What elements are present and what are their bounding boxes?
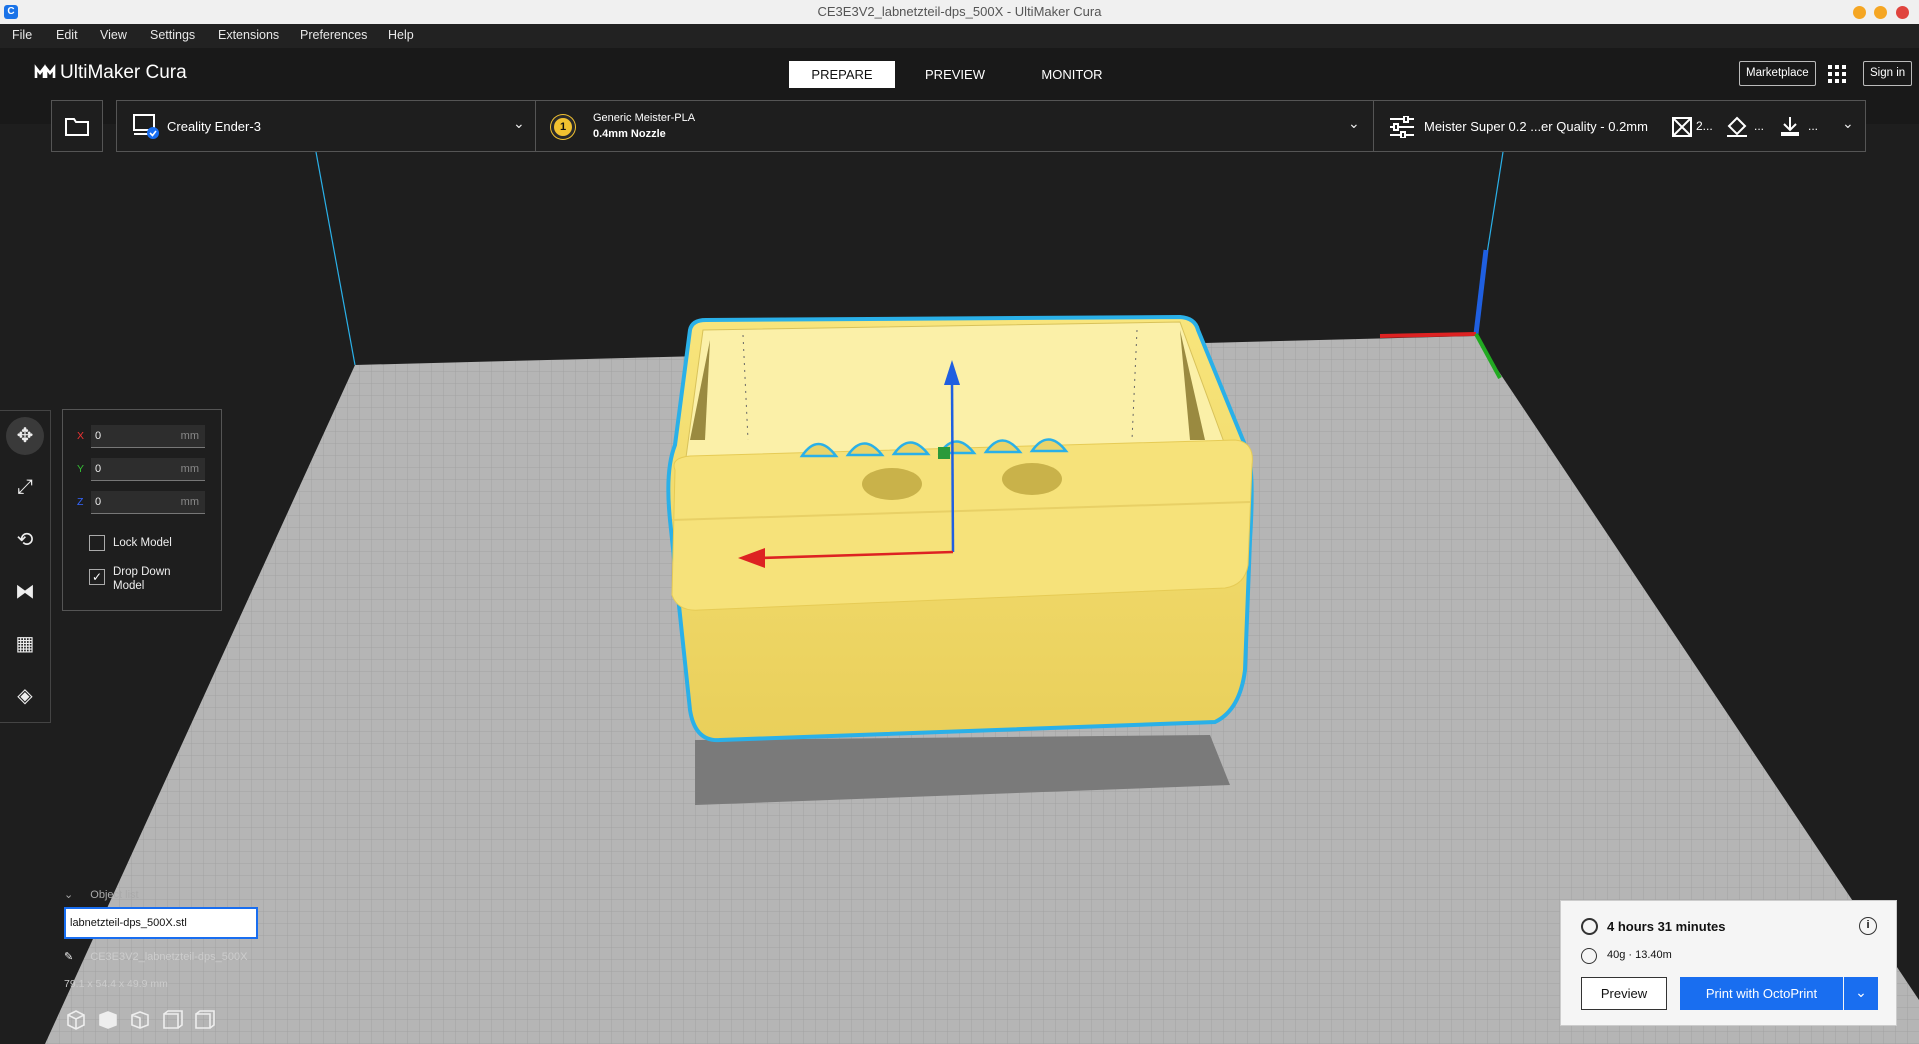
adhesion-value: ... bbox=[1754, 119, 1765, 133]
z-value: 0 bbox=[95, 496, 102, 508]
info-icon[interactable]: i bbox=[1859, 917, 1877, 935]
print-with-octoprint-button[interactable]: Print with OctoPrint bbox=[1680, 977, 1843, 1010]
mirror-tool-icon[interactable]: ⧓ bbox=[6, 573, 44, 611]
menu-file[interactable]: File bbox=[12, 28, 32, 42]
support-icon bbox=[1672, 117, 1692, 137]
open-file-button[interactable] bbox=[51, 100, 103, 152]
maximize-button[interactable] bbox=[1874, 6, 1887, 19]
material-spool-icon bbox=[1581, 948, 1597, 964]
object-list-toggle[interactable]: ⌄ Object list bbox=[64, 888, 139, 901]
support-blocker-icon[interactable]: ◈ bbox=[6, 677, 44, 715]
adhesion-icon bbox=[1727, 116, 1747, 137]
sliders-icon bbox=[1390, 116, 1414, 138]
menu-preferences[interactable]: Preferences bbox=[300, 28, 367, 42]
lock-model-checkbox[interactable] bbox=[89, 535, 105, 551]
x-value: 0 bbox=[95, 430, 102, 442]
printer-name: Creality Ender-3 bbox=[167, 119, 261, 134]
x-axis-label: X bbox=[77, 430, 85, 442]
chevron-down-icon: ⌄ bbox=[64, 889, 74, 901]
minimize-button[interactable] bbox=[1853, 6, 1866, 19]
z-unit: mm bbox=[180, 496, 199, 508]
stage-monitor[interactable]: MONITOR bbox=[1022, 61, 1122, 88]
object-list-item[interactable]: labnetzteil-dps_500X.stl bbox=[64, 907, 258, 939]
material-name: Generic Meister-PLA bbox=[593, 112, 696, 124]
move-tool-panel: X 0 mm Y 0 mm Z 0 mm Lock Model ✓ Drop D… bbox=[62, 409, 222, 611]
z-axis-label: Z bbox=[77, 496, 84, 508]
menu-settings[interactable]: Settings bbox=[150, 28, 195, 42]
chevron-down-icon: ⌄ bbox=[1842, 115, 1854, 131]
view-orientation-bar bbox=[64, 1008, 224, 1032]
print-summary-panel: 4 hours 31 minutes i 40g · 13.40m Previe… bbox=[1560, 900, 1897, 1026]
job-name-row[interactable]: ✎ CE3E3V2_labnetzteil-dps_500X bbox=[64, 950, 247, 963]
marketplace-button[interactable]: Marketplace bbox=[1739, 61, 1816, 86]
menu-bar: File Edit View Settings Extensions Prefe… bbox=[0, 24, 1919, 48]
window-title: CE3E3V2_labnetzteil-dps_500X - UltiMaker… bbox=[817, 4, 1102, 19]
sign-in-button[interactable]: Sign in bbox=[1863, 61, 1913, 86]
stage-preview[interactable]: PREVIEW bbox=[905, 61, 1005, 88]
extra-value: ... bbox=[1808, 119, 1819, 133]
profile-name: Meister Super 0.2 ...er Quality - 0.2mm bbox=[1424, 119, 1648, 134]
tool-sidebar: ✥ ⤢ ⟲ ⧓ ▦ ◈ bbox=[0, 410, 51, 723]
cura-app-icon: C bbox=[4, 5, 18, 19]
y-unit: mm bbox=[180, 463, 199, 475]
logo-text: UltiMaker Cura bbox=[60, 62, 187, 83]
chevron-down-icon: ⌄ bbox=[1348, 115, 1360, 131]
rotate-tool-icon[interactable]: ⟲ bbox=[6, 521, 44, 559]
move-tool-icon[interactable]: ✥ bbox=[6, 417, 44, 455]
material-selector[interactable]: 1 Generic Meister-PLA 0.4mm Nozzle ⌄ bbox=[535, 100, 1374, 152]
x-position-input[interactable]: 0 mm bbox=[91, 425, 205, 448]
menu-extensions[interactable]: Extensions bbox=[218, 28, 279, 42]
x-unit: mm bbox=[180, 430, 199, 442]
chevron-down-icon[interactable]: ⌄ bbox=[1844, 977, 1878, 1010]
ultimaker-logo: UltiMaker Cura bbox=[34, 62, 187, 84]
print-settings-selector[interactable]: Meister Super 0.2 ...er Quality - 0.2mm … bbox=[1373, 100, 1866, 152]
pencil-icon: ✎ bbox=[64, 951, 74, 963]
download-icon bbox=[1781, 117, 1799, 136]
menu-edit[interactable]: Edit bbox=[56, 28, 78, 42]
ultimaker-mark-icon bbox=[34, 64, 56, 78]
drop-down-model-label: Drop Down Model bbox=[113, 566, 171, 592]
drop-down-model-checkbox[interactable]: ✓ bbox=[89, 569, 105, 585]
y-axis-label: Y bbox=[77, 463, 85, 475]
close-button[interactable] bbox=[1896, 6, 1909, 19]
object-list-header: Object list bbox=[90, 889, 139, 901]
stage-prepare[interactable]: PREPARE bbox=[789, 61, 895, 88]
preview-button[interactable]: Preview bbox=[1581, 977, 1667, 1010]
per-model-settings-icon[interactable]: ▦ bbox=[6, 625, 44, 663]
apps-grid-icon[interactable] bbox=[1827, 64, 1847, 84]
menu-view[interactable]: View bbox=[100, 28, 127, 42]
scale-tool-icon[interactable]: ⤢ bbox=[6, 468, 44, 506]
printer-selector[interactable]: Creality Ender-3 ⌄ bbox=[116, 100, 536, 152]
material-usage: 40g · 13.40m bbox=[1607, 949, 1672, 961]
clock-icon bbox=[1581, 918, 1598, 935]
folder-icon bbox=[65, 118, 89, 136]
y-position-input[interactable]: 0 mm bbox=[91, 458, 205, 481]
extruder-icon: 1 bbox=[551, 115, 575, 139]
lock-model-label: Lock Model bbox=[113, 537, 172, 549]
support-value: 2... bbox=[1696, 119, 1713, 133]
chevron-down-icon: ⌄ bbox=[513, 115, 525, 131]
nozzle-size: 0.4mm Nozzle bbox=[593, 128, 666, 140]
print-time: 4 hours 31 minutes bbox=[1607, 919, 1726, 934]
model-dimensions: 79.1 x 54.4 x 49.9 mm bbox=[64, 978, 168, 990]
y-value: 0 bbox=[95, 463, 102, 475]
menu-help[interactable]: Help bbox=[388, 28, 414, 42]
job-name: CE3E3V2_labnetzteil-dps_500X bbox=[90, 951, 248, 963]
z-position-input[interactable]: 0 mm bbox=[91, 491, 205, 514]
printer-icon bbox=[133, 114, 159, 139]
window-titlebar: C CE3E3V2_labnetzteil-dps_500X - UltiMak… bbox=[0, 0, 1919, 24]
